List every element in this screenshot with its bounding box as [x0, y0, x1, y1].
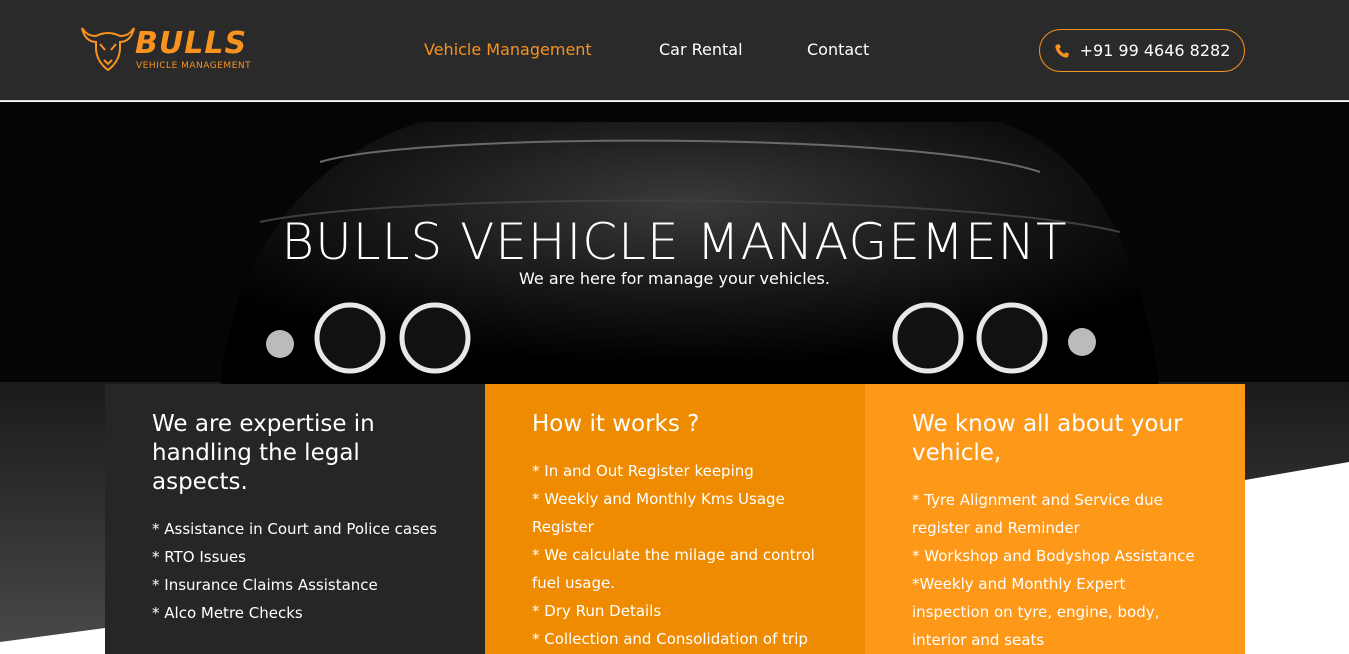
list-item: * Tyre Alignment and Service due registe… — [912, 491, 1163, 537]
card-list: * Tyre Alignment and Service due registe… — [912, 486, 1199, 654]
site-header: BULLS VEHICLE MANAGEMENT Vehicle Managem… — [0, 0, 1349, 101]
list-item: * Alco Metre Checks — [152, 604, 303, 622]
list-item: * In and Out Register keeping — [532, 462, 754, 480]
bull-head-icon — [81, 27, 135, 72]
list-item: * RTO Issues — [152, 548, 246, 566]
phone-button[interactable]: +91 99 4646 8282 — [1039, 29, 1245, 72]
list-item: * Insurance Claims Assistance — [152, 576, 378, 594]
legal-aspects-card: We are expertise in handling the legal a… — [105, 384, 485, 654]
list-item: * We calculate the milage and control fu… — [532, 546, 815, 592]
logo-tagline: VEHICLE MANAGEMENT — [136, 61, 252, 71]
phone-icon — [1054, 43, 1069, 58]
hero-title: BULLS VEHICLE MANAGEMENT — [281, 213, 1068, 271]
nav-contact[interactable]: Contact — [807, 38, 869, 62]
card-list: * In and Out Register keeping * Weekly a… — [532, 457, 819, 653]
nav-vehicle-management[interactable]: Vehicle Management — [424, 38, 592, 62]
bulls-logo[interactable]: BULLS VEHICLE MANAGEMENT — [80, 26, 280, 76]
list-item: * Dry Run Details — [532, 602, 662, 620]
how-it-works-card: How it works ? * In and Out Register kee… — [485, 384, 865, 654]
list-item: * Workshop and Bodyshop Assistance — [912, 547, 1195, 565]
phone-number: +91 99 4646 8282 — [1079, 41, 1231, 60]
card-title: We know all about your vehicle, — [912, 411, 1183, 466]
card-list: * Assistance in Court and Police cases *… — [152, 515, 439, 627]
logo-wordmark: BULLS — [135, 26, 248, 61]
list-item: *Weekly and Monthly Expert inspection on… — [912, 575, 1160, 649]
card-title: We are expertise in handling the legal a… — [152, 411, 375, 495]
list-item: * Assistance in Court and Police cases — [152, 520, 437, 538]
vehicle-knowledge-card: We know all about your vehicle, * Tyre A… — [865, 384, 1245, 654]
hero-subtitle: We are here for manage your vehicles. — [519, 269, 830, 288]
nav-car-rental[interactable]: Car Rental — [659, 38, 743, 62]
list-item: * Collection and Consolidation of trip — [532, 630, 808, 648]
list-item: * Weekly and Monthly Kms Usage Register — [532, 490, 785, 536]
card-title: How it works ? — [532, 411, 700, 437]
page: BULLS VEHICLE MANAGEMENT Vehicle Managem… — [0, 0, 1349, 654]
